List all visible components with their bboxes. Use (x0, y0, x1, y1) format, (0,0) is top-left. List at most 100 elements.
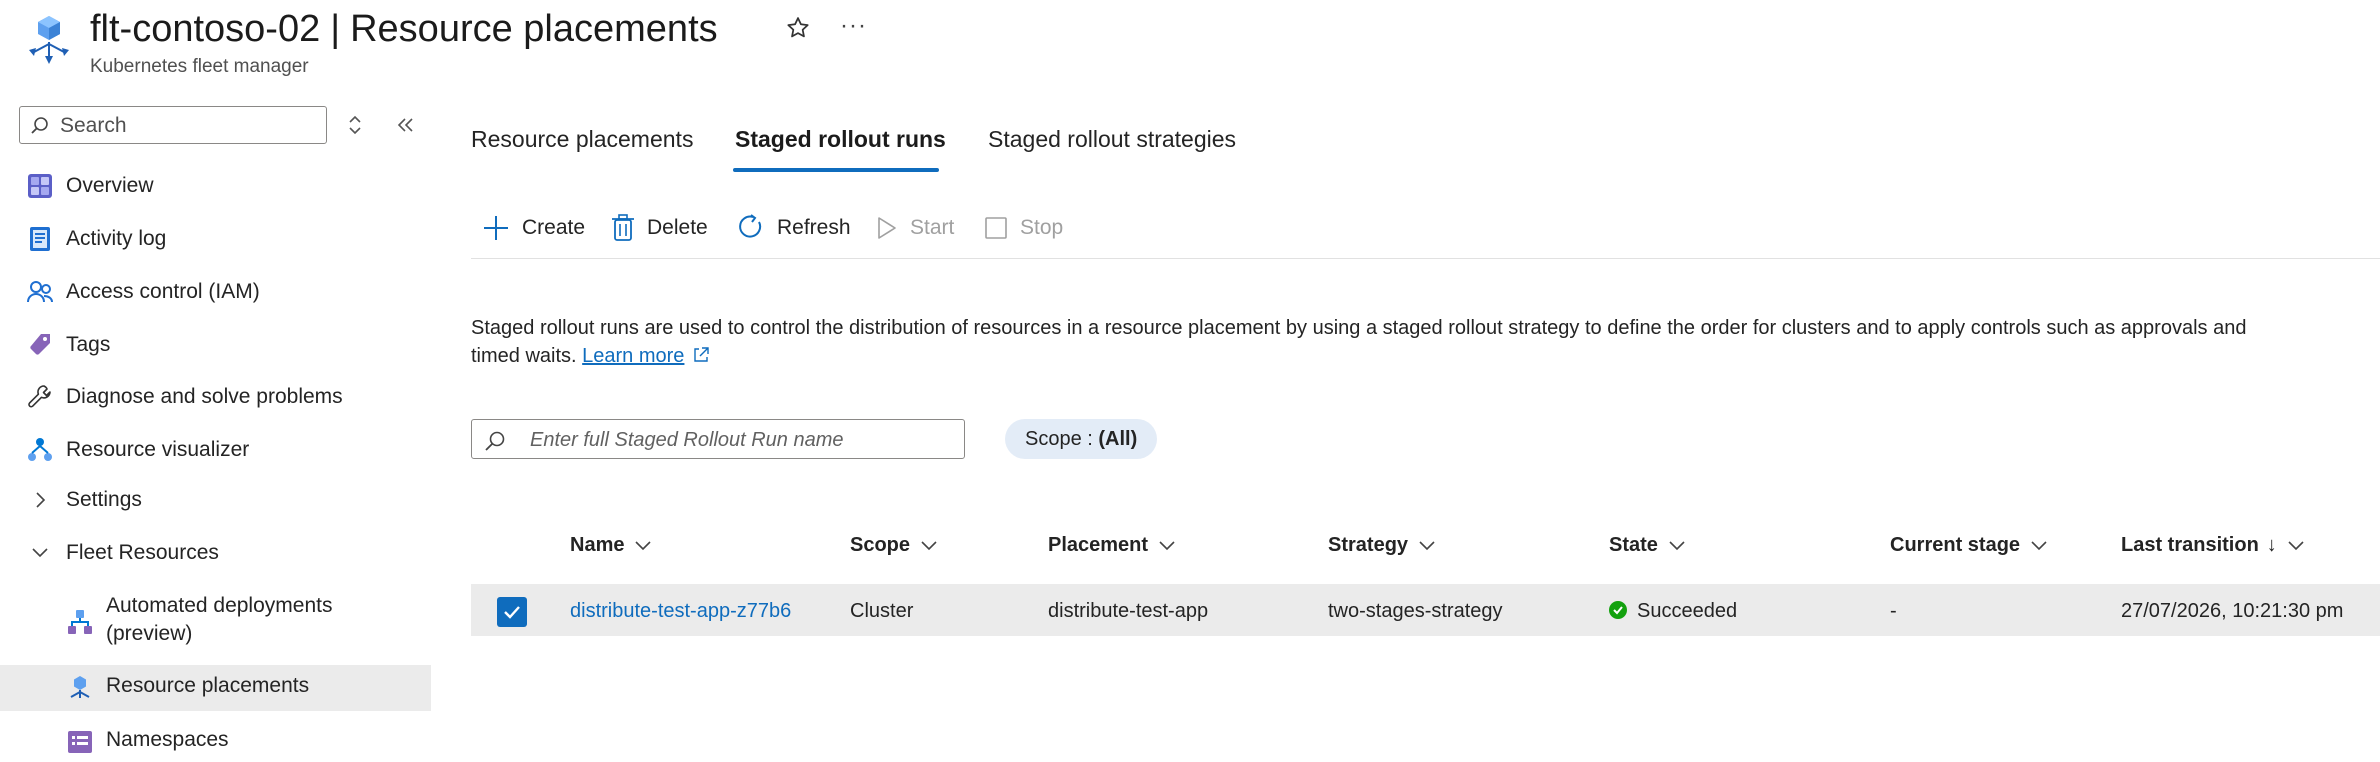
learn-more-link[interactable]: Learn more (582, 345, 684, 367)
create-label: Create (522, 216, 586, 239)
stop-button[interactable]: Stop (984, 212, 1063, 244)
page-title: flt-contoso-02 | Resource placements (90, 4, 718, 54)
success-check-icon (1609, 601, 1627, 619)
column-header-strategy[interactable]: Strategy (1328, 534, 1436, 557)
row-current-stage: - (1890, 600, 1897, 622)
sidebar-item-automated-deployments[interactable]: Automated deployments (preview) (66, 592, 426, 652)
delete-button[interactable]: Delete (611, 212, 708, 244)
sidebar-item-label: Fleet Resources (66, 541, 219, 564)
sidebar-item-settings[interactable]: Settings (26, 480, 142, 520)
row-last-transition: 27/07/2026, 10:21:30 pm (2121, 600, 2344, 622)
chevron-right-icon (26, 486, 54, 514)
favorite-star-icon[interactable] (784, 14, 812, 42)
visualizer-icon (26, 436, 54, 464)
sidebar-item-tags[interactable]: Tags (26, 325, 110, 365)
sidebar-item-label-line2: (preview) (106, 622, 193, 645)
start-label: Start (910, 216, 955, 239)
chevron-down-icon (1159, 540, 1175, 550)
sidebar-item-label: Overview (66, 174, 154, 197)
sidebar-item-label: Tags (66, 333, 111, 356)
column-header-last-transition[interactable]: Last transition ↓ (2121, 534, 2305, 557)
sidebar-item-overview[interactable]: Overview (26, 166, 154, 206)
column-header-label: State (1609, 534, 1658, 556)
row-scope: Cluster (850, 600, 914, 622)
external-link-icon (694, 347, 710, 362)
search-icon (31, 117, 48, 134)
start-button[interactable]: Start (876, 212, 954, 244)
more-options-button[interactable]: ··· (840, 12, 867, 40)
sidebar-item-label: Access control (IAM) (66, 280, 260, 303)
sidebar-item-activity-log[interactable]: Activity log (26, 219, 166, 259)
column-header-label: Name (570, 534, 625, 556)
chevron-down-icon (2031, 540, 2047, 550)
row-checkbox[interactable] (497, 597, 527, 627)
sidebar-item-label: Diagnose and solve problems (66, 385, 343, 408)
column-header-current-stage[interactable]: Current stage (1890, 534, 2048, 557)
sidebar-item-label: Settings (66, 488, 142, 511)
title-separator: | (330, 8, 341, 50)
page-subtitle: Kubernetes fleet manager (90, 56, 309, 77)
plus-icon (484, 216, 508, 240)
column-header-label: Scope (850, 534, 911, 556)
create-button[interactable]: Create (482, 212, 585, 244)
namespaces-icon (66, 728, 94, 756)
row-strategy: two-stages-strategy (1328, 600, 1503, 622)
sidebar-item-resource-visualizer[interactable]: Resource visualizer (26, 430, 249, 470)
refresh-button[interactable]: Refresh (737, 212, 851, 244)
automated-deployments-icon (66, 608, 94, 636)
row-name-link[interactable]: distribute-test-app-z77b6 (570, 597, 791, 625)
activity-log-icon (26, 225, 54, 253)
description-text: Staged rollout runs are used to control … (471, 314, 2271, 370)
kubernetes-fleet-icon (26, 14, 72, 66)
row-state-label: Succeeded (1637, 600, 1738, 622)
sidebar-item-label: Resource visualizer (66, 438, 250, 461)
column-header-state[interactable]: State (1609, 534, 1686, 557)
column-header-scope[interactable]: Scope (850, 534, 938, 557)
column-header-placement[interactable]: Placement (1048, 534, 1176, 557)
sidebar-item-fleet-resources[interactable]: Fleet Resources (26, 533, 219, 573)
active-tab-indicator (733, 168, 939, 172)
stop-label: Stop (1020, 216, 1064, 239)
sidebar-item-label: Resource placements (106, 674, 310, 697)
scope-value: (All) (1098, 428, 1138, 450)
trash-icon (612, 214, 634, 241)
scope-filter-pill[interactable]: Scope : (All) (1005, 419, 1158, 459)
sidebar-item-resource-placements[interactable]: Resource placements (66, 672, 426, 704)
refresh-label: Refresh (777, 216, 851, 239)
play-icon (878, 217, 896, 239)
search-icon (485, 431, 505, 451)
rollout-run-name-input[interactable] (528, 426, 952, 454)
wrench-icon (26, 383, 54, 411)
sidebar-search-placeholder: Search (60, 114, 127, 137)
chevron-down-icon (635, 540, 652, 550)
column-header-label: Current stage (1890, 534, 2021, 556)
sidebar-search-input[interactable]: Search (19, 106, 327, 144)
checkmark-icon (504, 606, 520, 619)
chevron-down-icon (1419, 540, 1435, 550)
expand-collapse-icon[interactable] (346, 114, 364, 136)
sidebar-item-access-control[interactable]: Access control (IAM) (26, 272, 260, 312)
column-header-label: Last transition (2121, 534, 2259, 556)
sidebar-item-label: Namespaces (106, 728, 229, 751)
overview-icon (26, 172, 54, 200)
column-header-name[interactable]: Name (570, 534, 652, 557)
toolbar-divider (471, 258, 2380, 259)
tab-staged-rollout-strategies[interactable]: Staged rollout strategies (988, 126, 1236, 153)
chevron-down-icon (921, 540, 937, 550)
chevron-down-icon (2288, 540, 2304, 550)
sort-descending-icon: ↓ (2266, 534, 2277, 556)
chevron-down-icon (26, 539, 54, 567)
chevron-down-icon (1669, 540, 1685, 550)
refresh-icon (739, 214, 762, 238)
scope-label: Scope : (1025, 428, 1099, 450)
collapse-sidebar-icon[interactable] (394, 114, 416, 136)
row-placement: distribute-test-app (1048, 600, 1209, 622)
delete-label: Delete (647, 216, 708, 239)
sidebar-item-namespaces[interactable]: Namespaces (66, 726, 426, 758)
rollout-run-filter[interactable] (471, 419, 965, 459)
page-name: Resource placements (350, 8, 718, 50)
sidebar-item-diagnose[interactable]: Diagnose and solve problems (26, 377, 343, 417)
tab-resource-placements[interactable]: Resource placements (471, 126, 693, 153)
resource-name: flt-contoso-02 (90, 8, 321, 50)
tab-staged-rollout-runs[interactable]: Staged rollout runs (735, 126, 946, 153)
